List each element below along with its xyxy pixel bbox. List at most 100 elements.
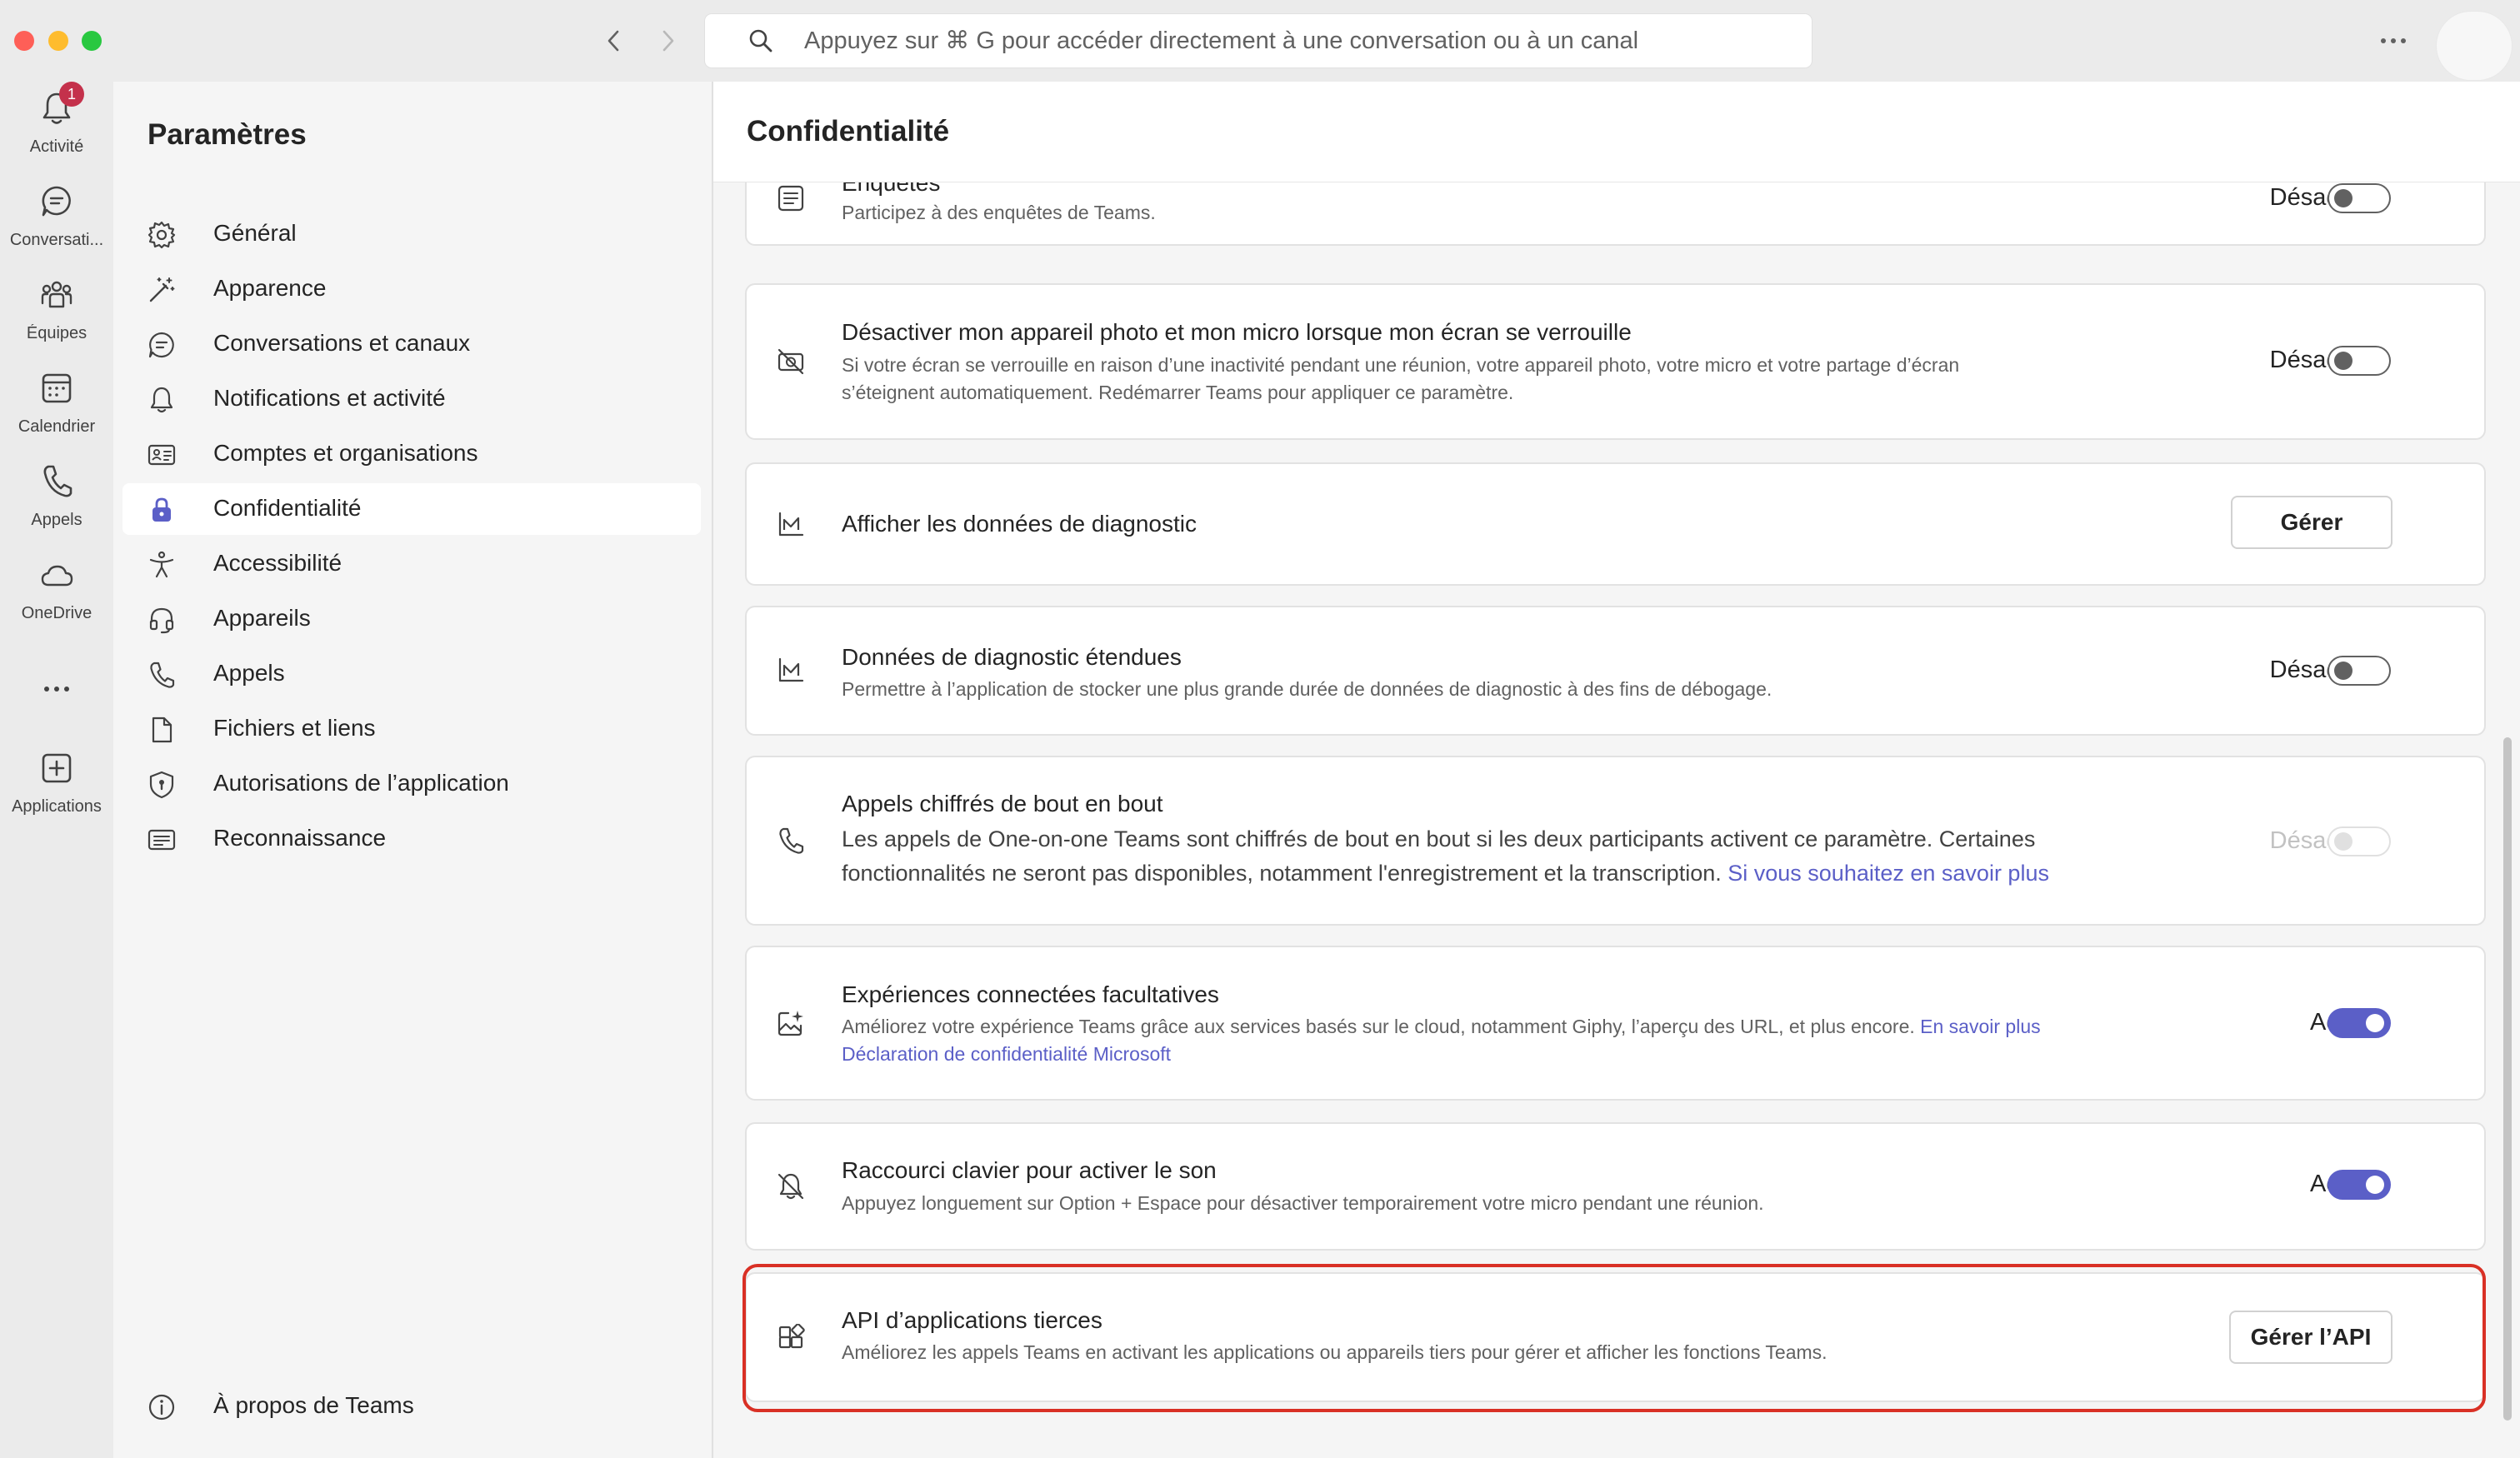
avatar[interactable] xyxy=(2437,12,2512,80)
settings-item-calls[interactable]: Appels xyxy=(122,648,701,700)
e2e-encrypted-calls-toggle[interactable] xyxy=(2328,826,2391,856)
manage-diagnostic-button[interactable]: Gérer xyxy=(2232,497,2391,547)
rail-item-activity[interactable]: 1 Activité xyxy=(0,82,113,173)
manage-api-button[interactable]: Gérer l’API xyxy=(2231,1312,2391,1362)
image-sparkle-icon xyxy=(777,1009,805,1037)
learn-more-link[interactable]: Si vous souhaitez en savoir plus xyxy=(1728,861,2049,886)
setting-card-e2e-encrypted-calls: Appels chiffrés de bout en bout Les appe… xyxy=(747,757,2484,924)
chart-icon xyxy=(777,656,805,684)
phone-icon xyxy=(148,661,176,689)
rail-item-label: Activité xyxy=(29,137,84,156)
back-button[interactable] xyxy=(597,23,630,58)
setting-description: Appuyez longuement sur Option + Espace p… xyxy=(842,1192,1764,1214)
settings-item-conversations[interactable]: Conversations et canaux xyxy=(122,318,701,370)
setting-description: Permettre à l’application de stocker une… xyxy=(842,678,1772,700)
settings-nav: Paramètres Général Apparence Conversatio… xyxy=(113,82,713,1458)
settings-list[interactable]: Enquêtes Participez à des enquêtes de Te… xyxy=(713,182,2520,1458)
cloud-icon xyxy=(40,557,73,593)
scrollbar[interactable] xyxy=(2503,737,2512,1421)
info-icon xyxy=(148,1393,176,1421)
page-title: Confidentialité xyxy=(747,115,950,147)
rail-item-calendar[interactable]: Calendrier xyxy=(0,370,113,453)
rail-item-label: Équipes xyxy=(26,324,88,342)
setting-description: Améliorez votre expérience Teams grâce a… xyxy=(842,1013,2041,1041)
setting-description: Si votre écran se verrouille en raison d… xyxy=(842,354,1960,376)
lock-icon xyxy=(148,496,176,524)
setting-card-surveys: Enquêtes Participez à des enquêtes de Te… xyxy=(747,182,2484,244)
about-teams[interactable]: À propos de Teams xyxy=(122,1381,701,1432)
setting-title: Désactiver mon appareil photo et mon mic… xyxy=(842,319,1632,345)
settings-item-files[interactable]: Fichiers et liens xyxy=(122,703,701,755)
survey-icon xyxy=(777,184,805,212)
phone-icon xyxy=(777,826,805,855)
chart-icon xyxy=(777,510,805,538)
setting-description-text: fonctionnalités ne seront pas disponible… xyxy=(842,861,1722,886)
rail-item-chat[interactable]: Conversati... xyxy=(0,183,113,267)
settings-item-accessibility[interactable]: Accessibilité xyxy=(122,538,701,590)
chevron-left-icon xyxy=(604,29,622,52)
learn-more-link[interactable]: En savoir plus xyxy=(1920,1016,2040,1037)
lock-screen-camera-toggle[interactable] xyxy=(2328,346,2391,376)
setting-card-mute-shortcut: Raccourci clavier pour activer le son Ap… xyxy=(747,1124,2484,1249)
settings-item-label: Reconnaissance xyxy=(213,825,387,851)
rail-item-teams[interactable]: Équipes xyxy=(0,277,113,360)
bell-icon xyxy=(148,386,176,414)
settings-title: Paramètres xyxy=(148,118,307,151)
rail-item-label: Appels xyxy=(31,511,82,529)
rail-item-label: OneDrive xyxy=(21,604,92,622)
chevron-right-icon xyxy=(659,29,678,52)
calendar-icon xyxy=(40,370,73,407)
bell-off-icon xyxy=(777,1172,805,1201)
setting-title: Appels chiffrés de bout en bout xyxy=(842,791,1163,816)
chat-icon xyxy=(148,331,176,359)
settings-item-label: Confidentialité xyxy=(213,495,362,521)
setting-description: Améliorez les appels Teams en activant l… xyxy=(842,1341,1828,1363)
connected-experiences-toggle[interactable] xyxy=(2328,1008,2391,1038)
settings-item-devices[interactable]: Appareils xyxy=(122,593,701,645)
setting-card-extended-diagnostic: Données de diagnostic étendues Permettre… xyxy=(747,607,2484,734)
setting-card-third-party-api: API d’applications tierces Améliorez les… xyxy=(747,1274,2484,1401)
setting-title: API d’applications tierces xyxy=(842,1307,1102,1333)
settings-item-general[interactable]: Général xyxy=(122,208,701,260)
setting-title: Raccourci clavier pour activer le son xyxy=(842,1157,1217,1183)
settings-item-label: Apparence xyxy=(213,275,327,301)
surveys-toggle[interactable] xyxy=(2328,183,2391,213)
search-icon xyxy=(748,27,773,54)
more-options-button[interactable] xyxy=(2375,23,2412,58)
add-app-icon xyxy=(40,750,73,786)
teams-icon xyxy=(40,277,73,313)
settings-item-recognition[interactable]: Reconnaissance xyxy=(122,813,701,865)
rail-item-label: Applications xyxy=(12,797,102,816)
search-bar[interactable]: Appuyez sur ⌘ G pour accéder directement… xyxy=(705,14,1812,67)
setting-card-connected-experiences: Expériences connectées facultatives Amél… xyxy=(747,947,2484,1099)
rail-more-apps-button[interactable] xyxy=(0,673,113,715)
settings-item-privacy[interactable]: Confidentialité xyxy=(122,483,701,535)
settings-item-accounts[interactable]: Comptes et organisations xyxy=(122,428,701,480)
settings-item-label: Autorisations de l’application xyxy=(213,770,509,796)
setting-title: Enquêtes xyxy=(842,182,941,196)
rail-item-calls[interactable]: Appels xyxy=(0,463,113,547)
privacy-statement-link[interactable]: Déclaration de confidentialité Microsoft xyxy=(842,1041,1171,1068)
minimize-window-button[interactable] xyxy=(48,31,68,51)
app-rail: 1 Activité Conversati... Équipes Calendr… xyxy=(0,82,113,1458)
setting-title: Données de diagnostic étendues xyxy=(842,644,1182,670)
accessibility-icon xyxy=(148,551,176,579)
zoom-window-button[interactable] xyxy=(82,31,102,51)
settings-item-app-permissions[interactable]: Autorisations de l’application xyxy=(122,758,701,810)
headset-icon xyxy=(148,606,176,634)
settings-item-notifications[interactable]: Notifications et activité xyxy=(122,373,701,425)
mute-shortcut-toggle[interactable] xyxy=(2328,1170,2391,1200)
rail-item-onedrive[interactable]: OneDrive xyxy=(0,557,113,640)
settings-item-appearance[interactable]: Apparence xyxy=(122,263,701,315)
rail-item-applications[interactable]: Applications xyxy=(0,750,113,833)
settings-item-label: Général xyxy=(213,220,297,246)
camera-off-icon xyxy=(777,347,805,376)
more-horizontal-icon xyxy=(40,685,73,693)
settings-item-label: Fichiers et liens xyxy=(213,715,376,741)
magic-wand-icon xyxy=(148,276,176,304)
forward-button[interactable] xyxy=(652,23,685,58)
extended-diagnostic-toggle[interactable] xyxy=(2328,656,2391,686)
search-placeholder: Appuyez sur ⌘ G pour accéder directement… xyxy=(804,27,1639,54)
settings-item-label: Comptes et organisations xyxy=(213,440,478,466)
close-window-button[interactable] xyxy=(14,31,34,51)
